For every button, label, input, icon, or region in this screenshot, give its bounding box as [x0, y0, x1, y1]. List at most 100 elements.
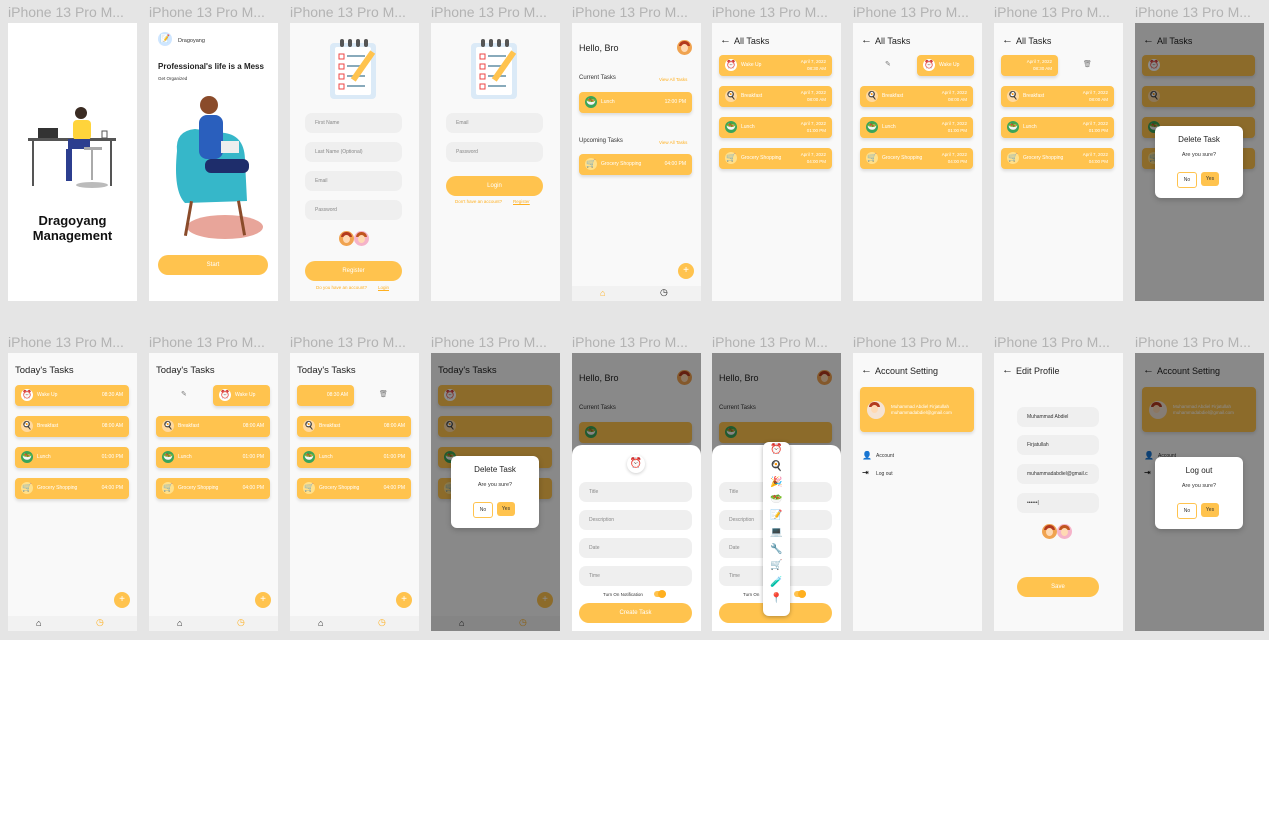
avatar-male[interactable] — [1042, 524, 1057, 539]
task-card[interactable]: ⏰ Wake Up April 7, 2022 08:30 AM — [719, 55, 832, 76]
task-card[interactable]: ⏰ Wake Up 08:30 AM — [15, 385, 129, 406]
party-icon[interactable]: 🎉 — [763, 475, 790, 492]
task-card[interactable]: 🍳 Breakfast 08:00 AM — [15, 416, 129, 437]
task-card[interactable]: ⏰ Wake Up — [213, 385, 270, 406]
add-task-button[interactable]: + — [678, 263, 694, 279]
email-field[interactable]: Email — [446, 113, 543, 133]
home-icon[interactable]: ⌂ — [600, 288, 605, 298]
profile-card[interactable]: Muhammad Abdiel Firjatullah muhammadabdi… — [860, 387, 974, 432]
task-card[interactable]: 🛒 Grocery Shopping April 7, 2022 04:00 PM — [719, 148, 832, 169]
task-card[interactable]: 🍳 Breakfast April 7, 2022 08:00 AM — [719, 86, 832, 107]
location-pin-icon[interactable]: 📍 — [763, 591, 790, 608]
notification-toggle[interactable] — [654, 590, 666, 598]
lunch-icon[interactable]: 🥗 — [763, 492, 790, 509]
notes-icon[interactable]: 📝 — [763, 508, 790, 525]
task-time: 04:00 PM — [242, 485, 264, 491]
task-card[interactable]: 🥗 Lunch 01:00 PM — [297, 447, 411, 468]
task-card[interactable]: 🛒 Grocery Shopping April 7, 2022 04:00 PM — [860, 148, 973, 169]
task-card[interactable]: 🍳 Breakfast April 7, 2022 08:00 AM — [860, 86, 973, 107]
view-all-current[interactable]: View All Tasks — [659, 77, 687, 82]
last-name-field[interactable]: Last Name (Optional) — [305, 142, 402, 162]
task-card[interactable]: 🛒 Grocery Shopping 04:00 PM — [15, 478, 129, 499]
back-arrow-icon[interactable]: ← — [1002, 34, 1013, 46]
yes-button[interactable]: Yes — [497, 502, 515, 516]
task-card[interactable]: 🛒 Grocery Shopping April 7, 2022 04:00 PM — [1001, 148, 1114, 169]
description-field[interactable]: Description — [579, 510, 692, 530]
date-field[interactable]: Date — [579, 538, 692, 558]
first-name-field[interactable]: First Name — [305, 113, 402, 133]
task-card[interactable]: 🍳 Breakfast 08:00 AM — [156, 416, 270, 437]
task-card[interactable]: 08:30 AM — [297, 385, 354, 406]
home-icon[interactable]: ⌂ — [318, 618, 323, 628]
task-card[interactable]: 🍳 Breakfast April 7, 2022 08:00 AM — [1001, 86, 1114, 107]
trash-icon[interactable]: 🗑 — [1083, 60, 1092, 68]
notification-toggle[interactable] — [794, 590, 806, 598]
no-button[interactable]: No — [1177, 172, 1197, 188]
start-button[interactable]: Start — [158, 255, 268, 275]
password-field[interactable]: Password — [305, 200, 402, 220]
account-menu-item[interactable]: Account — [876, 453, 894, 459]
history-icon[interactable]: ◷ — [96, 617, 104, 628]
add-task-button[interactable]: + — [114, 592, 130, 608]
yes-button[interactable]: Yes — [1201, 503, 1219, 517]
profile-avatar[interactable] — [677, 40, 692, 55]
login-link[interactable]: Login — [378, 285, 389, 290]
add-task-button[interactable]: + — [255, 592, 271, 608]
history-icon[interactable]: ◷ — [660, 287, 668, 298]
breakfast-icon[interactable]: 🍳 — [763, 459, 790, 476]
task-card[interactable]: 🛒 Grocery Shopping 04:00 PM — [156, 478, 270, 499]
password-field[interactable]: ••••••| — [1017, 493, 1099, 513]
pencil-icon[interactable]: ✎ — [885, 60, 891, 68]
task-card[interactable]: 🥗 Lunch 01:00 PM — [15, 447, 129, 468]
lunch-icon: 🥗 — [162, 451, 174, 463]
trash-icon[interactable]: 🗑 — [379, 390, 388, 398]
history-icon[interactable]: ◷ — [237, 617, 245, 628]
clock-icon[interactable]: ⏰ — [627, 455, 645, 473]
yes-button[interactable]: Yes — [1201, 172, 1219, 186]
time-field[interactable]: Time — [579, 566, 692, 586]
flask-icon[interactable]: 🧪 — [763, 575, 790, 592]
title-field[interactable]: Title — [579, 482, 692, 502]
task-card[interactable]: ⏰ Wake Up — [917, 55, 974, 76]
last-name-field[interactable]: Firjatullah — [1017, 435, 1099, 455]
back-arrow-icon[interactable]: ← — [861, 364, 872, 376]
no-button[interactable]: No — [473, 502, 493, 518]
back-arrow-icon[interactable]: ← — [1002, 364, 1013, 376]
add-task-button[interactable]: + — [396, 592, 412, 608]
email-field[interactable]: Email — [305, 171, 402, 191]
register-button[interactable]: Register — [305, 261, 402, 281]
monitor-icon[interactable]: 💻 — [763, 525, 790, 542]
no-button[interactable]: No — [1177, 503, 1197, 519]
cart-icon[interactable]: 🛒 — [763, 558, 790, 575]
task-card[interactable]: April 7, 2022 08:30 AM — [1001, 55, 1058, 76]
avatar-male[interactable] — [339, 231, 354, 246]
register-link[interactable]: Register — [513, 199, 530, 204]
tools-icon[interactable]: 🔧 — [763, 542, 790, 559]
task-card[interactable]: 🛒 Grocery Shopping 04:00 PM — [297, 478, 411, 499]
upcoming-task-card[interactable]: 🛒 Grocery Shopping 04:00 PM — [579, 154, 692, 175]
logout-menu-item[interactable]: Log out — [876, 471, 893, 477]
home-icon[interactable]: ⌂ — [177, 618, 182, 628]
task-card[interactable]: 🍳 Breakfast 08:00 AM — [297, 416, 411, 437]
task-card[interactable]: 🥗 Lunch April 7, 2022 01:00 PM — [860, 117, 973, 138]
back-arrow-icon[interactable]: ← — [720, 34, 731, 46]
pencil-icon[interactable]: ✎ — [181, 390, 187, 398]
avatar-female[interactable] — [354, 231, 369, 246]
back-arrow-icon[interactable]: ← — [861, 34, 872, 46]
password-field[interactable]: Password — [446, 142, 543, 162]
task-card[interactable]: 🥗 Lunch April 7, 2022 01:00 PM — [1001, 117, 1114, 138]
avatar-female[interactable] — [1057, 524, 1072, 539]
create-task-button[interactable]: Create Task — [579, 603, 692, 623]
history-icon[interactable]: ◷ — [378, 617, 386, 628]
save-button[interactable]: Save — [1017, 577, 1099, 597]
task-card[interactable]: 🥗 Lunch April 7, 2022 01:00 PM — [719, 117, 832, 138]
view-all-upcoming[interactable]: View All Tasks — [659, 140, 687, 145]
task-card[interactable]: 🥗 Lunch 01:00 PM — [156, 447, 270, 468]
current-task-card[interactable]: 🥗 Lunch 12:00 PM — [579, 92, 692, 113]
login-button[interactable]: Login — [446, 176, 543, 196]
clock-icon[interactable]: ⏰ — [763, 442, 790, 459]
first-name-field[interactable]: Muhammad Abdiel — [1017, 407, 1099, 427]
email-value: muhammadabdiel@gmail.c — [1027, 471, 1088, 477]
home-icon[interactable]: ⌂ — [36, 618, 41, 628]
email-field[interactable]: muhammadabdiel@gmail.c — [1017, 464, 1099, 484]
